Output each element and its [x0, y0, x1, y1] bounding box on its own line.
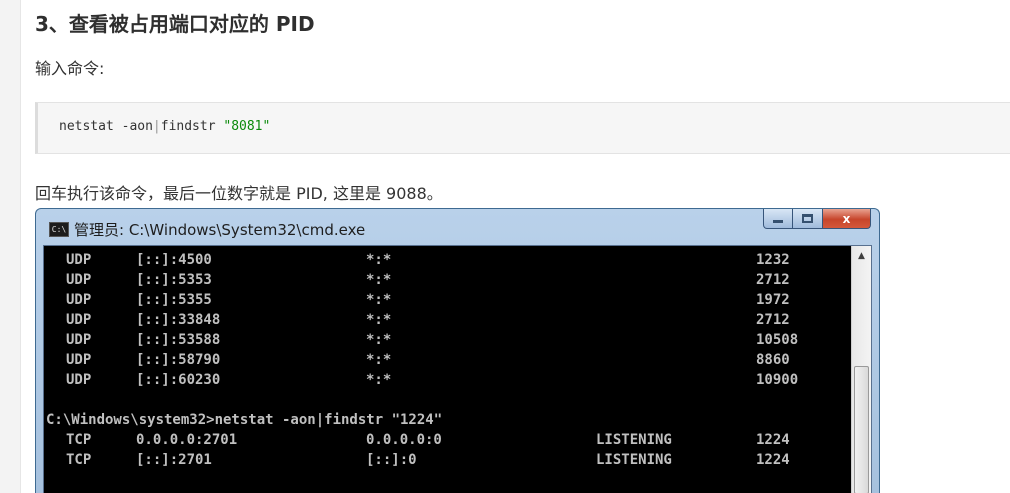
protocol-cell: UDP: [66, 352, 92, 368]
protocol-cell: UDP: [66, 332, 92, 348]
pid-cell: 2712: [756, 272, 790, 288]
state-cell: LISTENING: [596, 452, 672, 468]
close-button[interactable]: x: [823, 209, 871, 229]
window-title: 管理员: C:\Windows\System32\cmd.exe: [74, 221, 366, 239]
console-row: UDP [::]:60230 *:* 10900: [46, 370, 851, 390]
local-address-cell: [::]:33848: [136, 312, 221, 328]
code-block: netstat -aon|findstr "8081": [35, 102, 1010, 154]
protocol-cell: UDP: [66, 312, 92, 328]
foreign-address-cell: *:*: [366, 372, 392, 388]
local-address-cell: [::]:5355: [136, 292, 212, 308]
cmd-app-icon[interactable]: C:\: [49, 222, 69, 237]
local-address-cell: [::]:2701: [136, 452, 212, 468]
foreign-address-cell: *:*: [366, 272, 392, 288]
protocol-cell: UDP: [66, 292, 92, 308]
arrow-up-icon: ▲: [858, 250, 865, 261]
protocol-cell: UDP: [66, 372, 92, 388]
state-cell: LISTENING: [596, 432, 672, 448]
local-address-cell: [::]:53588: [136, 332, 221, 348]
scroll-thumb[interactable]: [854, 366, 869, 493]
pid-cell: 1972: [756, 292, 790, 308]
code-tool: findstr: [160, 119, 224, 134]
pid-cell: 10508: [756, 332, 799, 348]
console-row: TCP 0.0.0.0:2701 0.0.0.0:0 LISTENING 1224: [46, 430, 851, 450]
minimize-button[interactable]: [763, 209, 793, 229]
pid-cell: 8860: [756, 352, 790, 368]
foreign-address-cell: *:*: [366, 352, 392, 368]
maximize-button[interactable]: [793, 209, 823, 229]
maximize-icon: [802, 214, 813, 223]
foreign-address-cell: *:*: [366, 252, 392, 268]
vertical-scrollbar[interactable]: ▲: [851, 246, 871, 493]
foreign-address-cell: *:*: [366, 332, 392, 348]
code-line: netstat -aon|findstr "8081": [59, 119, 270, 134]
code-string: "8081": [223, 119, 271, 134]
code-command: netstat -aon: [59, 119, 153, 134]
local-address-cell: [::]:60230: [136, 372, 221, 388]
result-text: 回车执行该命令，最后一位数字就是 PID, 这里是 9088。: [35, 184, 443, 203]
console-row: UDP [::]:53588 *:* 10508: [46, 330, 851, 350]
section-heading: 3、查看被占用端口对应的 PID: [35, 12, 315, 36]
intro-text: 输入命令:: [35, 59, 105, 78]
cmd-window: C:\ 管理员: C:\Windows\System32\cmd.exe x U…: [35, 208, 880, 493]
left-rail: [0, 0, 21, 493]
pid-cell: 1224: [756, 452, 790, 468]
close-icon: x: [842, 211, 851, 226]
console-row: UDP [::]:33848 *:* 2712: [46, 310, 851, 330]
protocol-cell: TCP: [66, 452, 92, 468]
minimize-icon: [773, 220, 783, 223]
local-address-cell: 0.0.0.0:2701: [136, 432, 238, 448]
foreign-address-cell: [::]:0: [366, 452, 417, 468]
console-row: UDP [::]:58790 *:* 8860: [46, 350, 851, 370]
protocol-cell: UDP: [66, 272, 92, 288]
console-prompt-line: C:\Windows\system32>netstat -aon|findstr…: [46, 410, 851, 430]
console-row: UDP [::]:4500 *:* 1232: [46, 250, 851, 270]
pid-cell: 1232: [756, 252, 790, 268]
title-bar[interactable]: C:\ 管理员: C:\Windows\System32\cmd.exe x: [36, 209, 879, 245]
scroll-up-button[interactable]: ▲: [853, 247, 870, 264]
protocol-cell: TCP: [66, 432, 92, 448]
console-output: UDP [::]:4500 *:* 1232 UDP [::]:5353 *:* 2712 UD…: [46, 250, 851, 470]
caption-buttons: x: [763, 209, 871, 231]
prompt-text: C:\Windows\system32>netstat -aon|findstr…: [46, 412, 443, 428]
pid-cell: 1224: [756, 432, 790, 448]
pid-cell: 2712: [756, 312, 790, 328]
console-row: UDP [::]:5353 *:* 2712: [46, 270, 851, 290]
local-address-cell: [::]:5353: [136, 272, 212, 288]
console-row: UDP [::]:5355 *:* 1972: [46, 290, 851, 310]
foreign-address-cell: *:*: [366, 312, 392, 328]
protocol-cell: UDP: [66, 252, 92, 268]
pid-cell: 10900: [756, 372, 799, 388]
local-address-cell: [::]:4500: [136, 252, 212, 268]
foreign-address-cell: *:*: [366, 292, 392, 308]
local-address-cell: [::]:58790: [136, 352, 221, 368]
console-row: TCP [::]:2701 [::]:0 LISTENING 1224: [46, 450, 851, 470]
foreign-address-cell: 0.0.0.0:0: [366, 432, 442, 448]
code-pipe: |: [152, 119, 161, 134]
console-area[interactable]: UDP [::]:4500 *:* 1232 UDP [::]:5353 *:* 2712 UD…: [43, 245, 872, 493]
